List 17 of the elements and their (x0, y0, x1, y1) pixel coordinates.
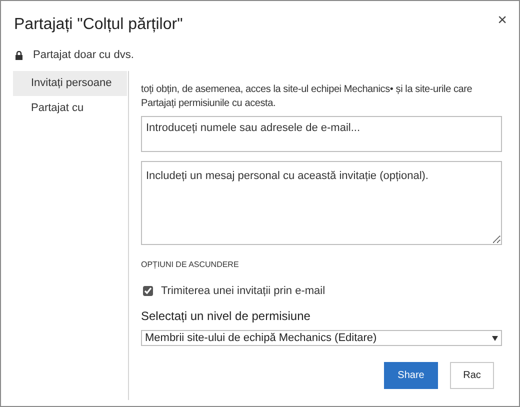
intro-text: toți obțin, de asemenea, acces la site-ul echipei Mechanics• și la site-urile care Partajați permisiunile cu acesta. (141, 82, 474, 110)
lock-icon (15, 50, 23, 60)
checkbox-label: Trimiterea unei invitații prin e-mail (161, 284, 326, 298)
permission-dropdown[interactable]: Membrii site-ului de echipă Mechanics (Editare) (141, 330, 502, 346)
permission-label: Selectați un nivel de permisiune (141, 308, 312, 325)
window-title: Partajați "Colțul părților" (14, 15, 183, 35)
cancel-button[interactable]: Rac (450, 362, 494, 389)
people-field[interactable]: Introduceți numele sau adresele de e-mail... (141, 116, 502, 152)
close-button[interactable]: × (498, 13, 507, 29)
section-heading: OPȚIUNI DE ASCUNDERE (141, 258, 240, 270)
sharing-status: Partajat doar cu dvs. (33, 48, 134, 63)
message-field[interactable]: Includeți un mesaj personal cu această invitație (opțional). (141, 160, 502, 244)
sidebar-item[interactable]: Invitați persoane (13, 70, 127, 96)
share-button[interactable]: Share (384, 362, 438, 389)
checkbox[interactable] (143, 286, 153, 296)
sidebar-item[interactable]: Partajat cu (13, 96, 127, 120)
dropdown-arrow-icon (492, 336, 498, 340)
